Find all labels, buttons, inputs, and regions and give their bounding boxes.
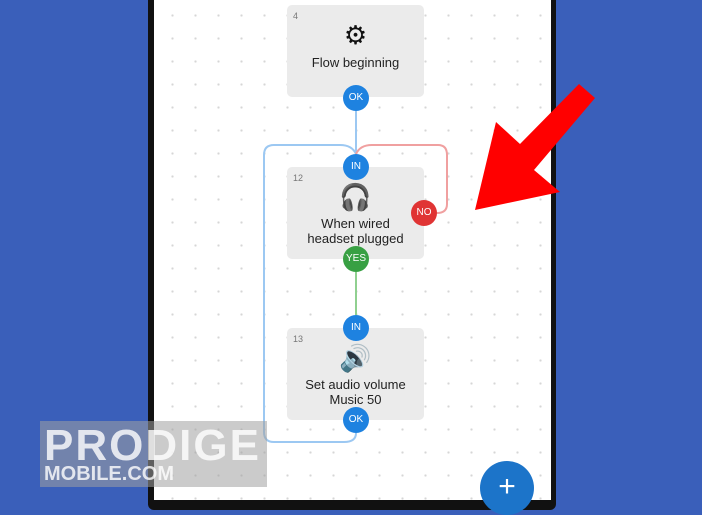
node-id: 4 [293, 11, 299, 21]
node-id: 13 [293, 334, 304, 344]
port-in[interactable]: IN [343, 154, 369, 180]
watermark-logo: PRODIGE MOBILE.COM [40, 421, 267, 487]
port-ok[interactable]: OK [343, 407, 369, 433]
node-flow-beginning[interactable]: 4 ⚙ Flow beginning [287, 5, 424, 97]
node-label-line1: When wired [321, 216, 390, 231]
node-label-line2: Music 50 [329, 392, 382, 407]
port-no[interactable]: NO [411, 200, 437, 226]
node-label-line1: Set audio volume [305, 377, 406, 392]
watermark-line2: MOBILE.COM [44, 463, 174, 485]
gear-icon: ⚙ [343, 20, 368, 50]
node-label-line2: headset plugged [307, 231, 404, 246]
red-arrow [475, 84, 595, 210]
port-ok[interactable]: OK [343, 85, 369, 111]
port-yes[interactable]: YES [343, 246, 369, 272]
speaker-icon: 🔊 [339, 343, 372, 373]
node-label: Flow beginning [311, 55, 400, 70]
port-in[interactable]: IN [343, 315, 369, 341]
add-node-button[interactable]: + [480, 461, 534, 515]
node-id: 12 [293, 173, 304, 183]
headset-icon: 🎧 [339, 182, 372, 212]
